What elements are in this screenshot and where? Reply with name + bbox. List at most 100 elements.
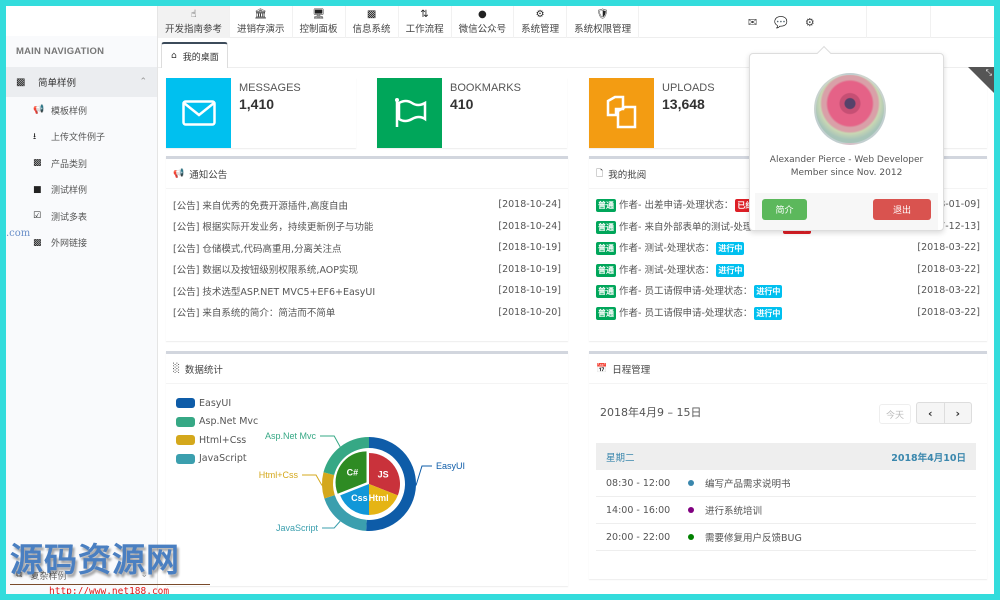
day-date[interactable]: 2018年4月10日 — [891, 450, 966, 464]
notice-text[interactable]: [公告] 技术选型ASP.NET MVC5+EF6+EasyUI — [173, 284, 375, 298]
info-box-label: UPLOADS — [662, 82, 715, 94]
comment-icon[interactable]: 💬 — [774, 16, 788, 29]
info-box-icon-bg — [377, 78, 442, 148]
logout-button[interactable]: 退出 — [873, 199, 931, 220]
approval-text-wrap: 普通 作者- 测试-处理状态： 进行中 — [596, 262, 747, 277]
info-box-icon-bg — [589, 78, 654, 148]
notice-row[interactable]: [公告] 根据实际开发业务，持续更新例子与功能 [2018-10-24] — [173, 216, 561, 238]
notice-text[interactable]: [公告] 来自优秀的免费开源插件,高度自由 — [173, 198, 348, 212]
top-right-icons: ✉ 💬 ⚙ — [748, 6, 815, 38]
approval-text-wrap: 普通 作者- 测试-处理状态： 进行中 — [596, 240, 747, 256]
priority-badge: 普通 — [596, 285, 616, 299]
approval-date: [2018-03-22] — [917, 285, 980, 297]
sidebar-group-simple-examples[interactable]: ▩ 简单样例 ⌃ — [6, 67, 157, 97]
tab-my-desktop[interactable]: ⌂ 我的桌面 — [161, 42, 228, 68]
notice-text[interactable]: [公告] 根据实际开发业务，持续更新例子与功能 — [173, 219, 373, 233]
approval-row[interactable]: 普通 作者- 测试-处理状态： 进行中 [2018-03-22] — [596, 259, 980, 281]
topnav-system-admin[interactable]: ⚙ 系统管理 — [514, 6, 568, 38]
next-week-button[interactable]: › — [945, 403, 972, 423]
notice-date: [2018-10-24] — [498, 220, 561, 232]
panel-title: 我的批阅 — [608, 169, 647, 181]
calendar-icon: 📅 — [596, 363, 608, 374]
status-badge: 进行中 — [754, 285, 783, 299]
sidebar-item-test-multi-table[interactable]: ☑ 测试多表 — [6, 203, 157, 230]
user-popover: Alexander Pierce - Web Developer Member … — [749, 45, 944, 231]
calendar-range: 2018年4月9 – 15日 — [600, 406, 702, 419]
topnav-inventory-demo[interactable]: 🏛 进销存演示 — [230, 6, 293, 38]
notice-text[interactable]: [公告] 仓储模式,代码高重用,分离关注点 — [173, 241, 341, 255]
topnav-workflow[interactable]: ⇅ 工作流程 — [399, 6, 452, 38]
panel-header: 📢 通知公告 — [166, 159, 568, 189]
info-box-value: 410 — [450, 96, 474, 112]
top-right-cells — [866, 6, 994, 38]
event-title[interactable]: 进行系统培训 — [705, 503, 762, 517]
notice-row[interactable]: [公告] 来自系统的简介：简洁而不简单 [2018-10-20] — [173, 302, 561, 324]
bank-icon: 🏛 — [254, 9, 268, 20]
approval-text[interactable]: 作者- 员工请假申请-处理状态： — [619, 308, 752, 319]
day-name[interactable]: 星期二 — [606, 450, 635, 464]
topnav-control-panel[interactable]: 🖥 控制面板 — [293, 6, 346, 38]
approval-text[interactable]: 作者- 出差申请-处理状态： — [619, 200, 733, 211]
info-box-icon-bg — [166, 78, 231, 148]
topnav-label: 系统管理 — [521, 24, 560, 35]
notice-date: [2018-10-19] — [498, 242, 561, 254]
sidebar-item-label: 测试多表 — [51, 212, 88, 223]
today-button[interactable]: 今天 — [879, 404, 911, 424]
sidebar-item-test-sample[interactable]: ■ 测试样例 — [6, 177, 157, 204]
topnav-wechat[interactable]: ● 微信公众号 — [452, 6, 515, 38]
topnav-info-system[interactable]: ▩ 信息系统 — [346, 6, 399, 38]
sidebar-item-product-category[interactable]: ▩ 产品类别 — [6, 150, 157, 177]
envelope-icon — [181, 100, 216, 126]
sitemap-icon: ▩ — [16, 76, 26, 88]
prev-week-button[interactable]: ‹ — [917, 403, 945, 423]
desktop-icon: 🖥 — [312, 9, 325, 20]
outer-ring-segment[interactable] — [322, 472, 335, 499]
shield-icon: 🛡 — [596, 9, 609, 20]
panel-title: 数据统计 — [184, 364, 223, 376]
approval-text[interactable]: 作者- 测试-处理状态： — [619, 243, 714, 254]
calendar-event[interactable]: 14:00 - 16:00 进行系统培训 — [596, 497, 976, 524]
settings-cell[interactable] — [930, 6, 994, 38]
topnav-dev-guide[interactable]: ☝ 开发指南参考 — [158, 6, 231, 38]
event-title[interactable]: 编写产品需求说明书 — [705, 476, 791, 490]
notice-row[interactable]: [公告] 仓储模式,代码高重用,分离关注点 [2018-10-19] — [173, 237, 561, 259]
member-since: Member since Nov. 2012 — [790, 168, 903, 178]
gears-icon[interactable]: ⚙ — [805, 16, 815, 29]
user-menu-cell[interactable] — [866, 6, 930, 38]
leader-line — [302, 474, 323, 486]
sidebar-item-upload[interactable]: ⭳ 上传文件例子 — [6, 124, 157, 151]
watermark-fragment: .com — [6, 228, 31, 239]
status-badge: 进行中 — [716, 242, 745, 256]
sidebar-item-template[interactable]: 📢 模板样例 — [6, 97, 157, 124]
file-text-icon: 🗋 — [596, 168, 604, 179]
approval-text[interactable]: 作者- 员工请假申请-处理状态： — [619, 286, 752, 297]
notice-text[interactable]: [公告] 数据以及按钮级别权限系统,AOP实现 — [173, 262, 358, 276]
approval-row[interactable]: 普通 作者- 员工请假申请-处理状态： 进行中 [2018-03-22] — [596, 302, 980, 324]
approval-text[interactable]: 作者- 测试-处理状态： — [619, 265, 714, 276]
notice-text[interactable]: [公告] 来自系统的简介：简洁而不简单 — [173, 305, 335, 319]
event-title[interactable]: 需要修复用户反馈BUG — [705, 530, 802, 544]
schedule-panel: 📅 日程管理 2018年4月9 – 15日 今天 ‹ › 星期二 2018年4月… — [589, 351, 987, 579]
profile-button[interactable]: 简介 — [762, 199, 807, 220]
expand-corner[interactable]: ⤡ — [968, 67, 994, 93]
notice-row[interactable]: [公告] 数据以及按钮级别权限系统,AOP实现 [2018-10-19] — [173, 259, 561, 281]
priority-badge: 普通 — [596, 263, 616, 277]
topnav-permissions[interactable]: 🛡 系统权限管理 — [567, 6, 640, 38]
envelope-icon[interactable]: ✉ — [748, 16, 757, 29]
calendar-event[interactable]: 08:30 - 12:00 编写产品需求说明书 — [596, 470, 976, 497]
approval-row[interactable]: 普通 作者- 员工请假申请-处理状态： 进行中 [2018-03-22] — [596, 280, 980, 302]
notice-row[interactable]: [公告] 来自优秀的免费开源插件,高度自由 [2018-10-24] — [173, 194, 561, 216]
sidebar-group-label: 简单样例 — [38, 78, 77, 89]
topnav-label: 开发指南参考 — [165, 24, 223, 35]
priority-badge: 普通 — [596, 306, 616, 320]
priority-badge: 普通 — [596, 220, 616, 234]
watermark-text: 源码资源网 — [10, 540, 180, 579]
approval-row[interactable]: 普通 作者- 测试-处理状态： 进行中 [2018-03-22] — [596, 237, 980, 259]
event-dot — [688, 534, 694, 540]
inner-pie-label: JS — [378, 469, 389, 479]
notice-row[interactable]: [公告] 技术选型ASP.NET MVC5+EF6+EasyUI [2018-1… — [173, 280, 561, 302]
calendar-event[interactable]: 20:00 - 22:00 需要修复用户反馈BUG — [596, 524, 976, 551]
topnav-label: 工作流程 — [405, 24, 444, 35]
calendar-event-list: 08:30 - 12:00 编写产品需求说明书 14:00 - 16:00 进行系统培… — [596, 470, 976, 551]
chevron-double-up-icon: ⌃ — [139, 77, 147, 87]
